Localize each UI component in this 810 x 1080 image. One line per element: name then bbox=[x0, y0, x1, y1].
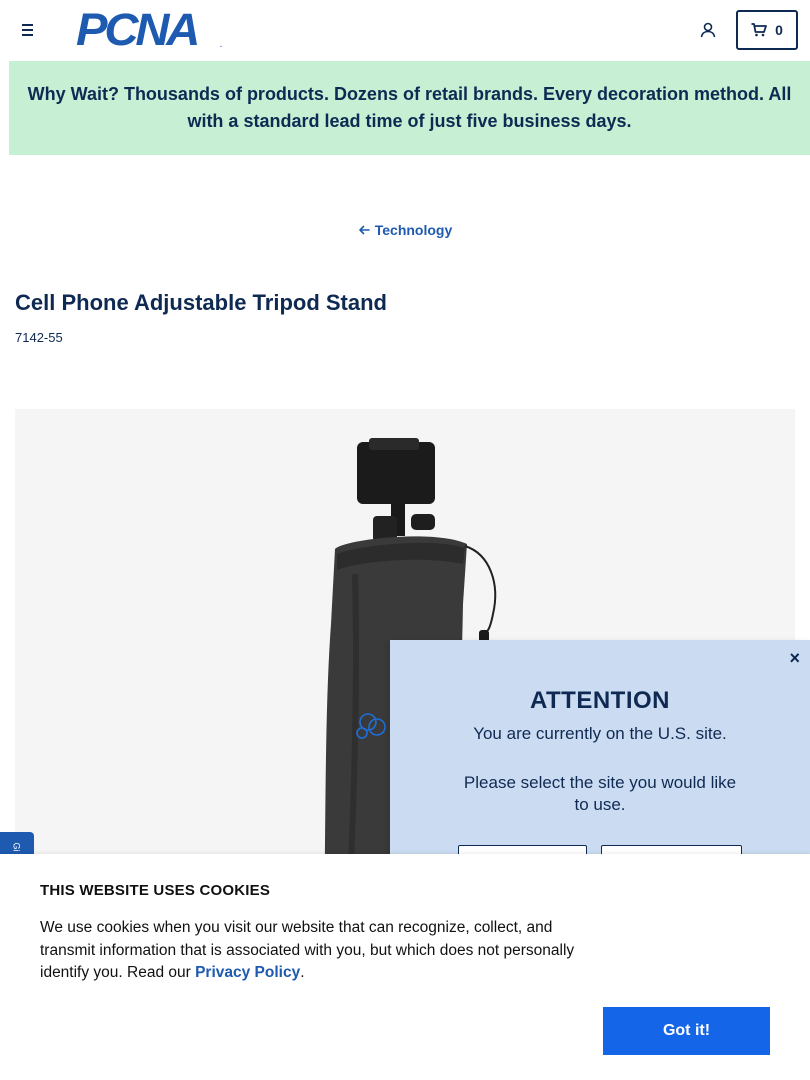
product-title: Cell Phone Adjustable Tripod Stand bbox=[15, 290, 387, 315]
cookie-body: We use cookies when you visit our websit… bbox=[40, 917, 610, 985]
breadcrumb: Technology bbox=[0, 222, 810, 240]
accept-cookies-button[interactable]: Got it! bbox=[603, 1007, 770, 1055]
logo-text: PCNA bbox=[76, 4, 200, 55]
cart-button[interactable]: 0 bbox=[736, 10, 798, 50]
cart-count: 0 bbox=[775, 22, 783, 38]
product-sku: 7142-55 bbox=[15, 330, 63, 345]
popup-prompt: Please select the site you would like to… bbox=[463, 773, 737, 814]
site-header: PCNA . 0 bbox=[0, 0, 810, 61]
breadcrumb-label: Technology bbox=[374, 222, 453, 238]
menu-icon[interactable] bbox=[18, 19, 38, 41]
cookie-title: THIS WEBSITE USES COOKIES bbox=[40, 882, 271, 899]
promo-banner: Why Wait? Thousands of products. Dozens … bbox=[9, 61, 810, 155]
side-tab-label: Gi bbox=[11, 842, 22, 852]
popup-message: You are currently on the U.S. site. bbox=[473, 724, 727, 743]
site-select-popup: × ATTENTION You are currently on the U.S… bbox=[390, 640, 810, 885]
cookie-body-text: We use cookies when you visit our websit… bbox=[40, 919, 575, 981]
popup-title: ATTENTION bbox=[529, 687, 671, 714]
privacy-policy-link[interactable]: Privacy Policy bbox=[195, 964, 300, 981]
user-icon[interactable] bbox=[699, 21, 717, 39]
promo-text: Why Wait? Thousands of products. Dozens … bbox=[27, 84, 792, 131]
logo-mark: . bbox=[220, 42, 222, 49]
loading-icon bbox=[356, 713, 386, 739]
pcna-logo[interactable]: PCNA . bbox=[76, 4, 224, 55]
close-icon[interactable]: × bbox=[789, 648, 800, 669]
cart-icon bbox=[751, 23, 767, 37]
cookie-banner: THIS WEBSITE USES COOKIES We use cookies… bbox=[0, 854, 810, 1080]
arrow-left-icon bbox=[358, 225, 370, 235]
cookie-period: . bbox=[300, 964, 305, 981]
breadcrumb-back-link[interactable]: Technology bbox=[358, 222, 453, 238]
